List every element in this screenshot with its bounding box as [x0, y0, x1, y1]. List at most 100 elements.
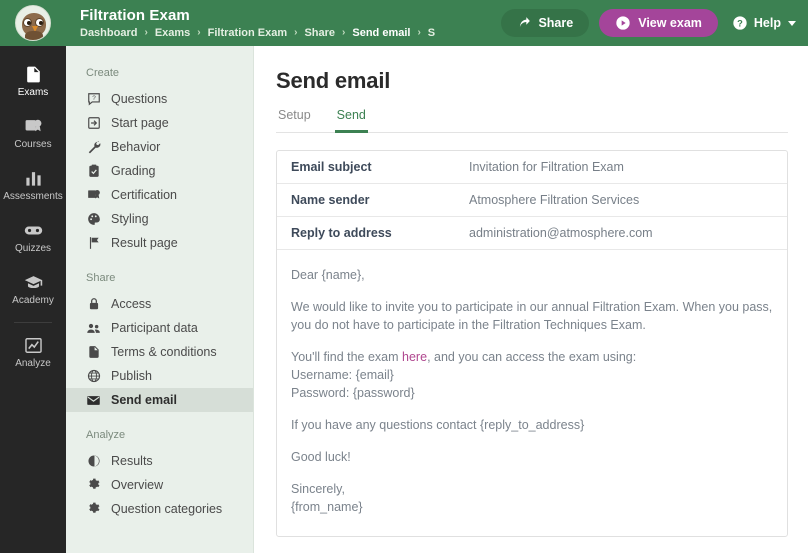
course-badge-icon: [24, 117, 43, 136]
email-greeting: Dear {name},: [291, 266, 773, 284]
breadcrumb-separator: ›: [144, 26, 147, 40]
wrench-icon: [86, 140, 101, 155]
nav-item-styling[interactable]: Styling: [66, 207, 253, 231]
email-contact-line: If you have any questions contact {reply…: [291, 416, 773, 434]
bar-chart-icon: [24, 169, 43, 188]
nav-item-behavior[interactable]: Behavior: [66, 135, 253, 159]
nav-item-label: Participant data: [111, 321, 198, 335]
play-circle-icon: [615, 15, 631, 31]
email-exam-link-prefix: You'll find the exam: [291, 350, 402, 364]
help-menu[interactable]: ? Help: [728, 15, 796, 31]
application-window: Filtration Exam Dashboard › Exams › Filt…: [0, 0, 810, 555]
certificate-icon: [86, 188, 101, 203]
question-circle-icon: ?: [732, 15, 748, 31]
main-content: Send email Setup Send Email subject Invi…: [254, 46, 808, 553]
share-arrow-icon: [517, 16, 531, 30]
share-button[interactable]: Share: [501, 9, 589, 37]
nav-item-label: Send email: [111, 393, 177, 407]
sidebar-item-assessments[interactable]: Assessments: [0, 160, 66, 212]
nav-item-terms-conditions[interactable]: Terms & conditions: [66, 340, 253, 364]
row-label-reply-to-address: Reply to address: [291, 226, 469, 240]
row-value-email-subject: Invitation for Filtration Exam: [469, 160, 624, 174]
gear-icon: [86, 502, 101, 517]
breadcrumb-item-filtration-exam[interactable]: Filtration Exam: [208, 26, 287, 40]
sidebar-item-academy[interactable]: Academy: [0, 264, 66, 316]
sidebar-item-label: Quizzes: [15, 243, 51, 255]
clipboard-check-icon: [86, 164, 101, 179]
row-value-name-sender: Atmosphere Filtration Services: [469, 193, 639, 207]
breadcrumb-item-exams[interactable]: Exams: [155, 26, 190, 40]
people-icon: [86, 321, 101, 336]
owl-avatar-icon: [15, 5, 51, 41]
page-title: Send email: [276, 68, 788, 94]
email-here-link[interactable]: here: [402, 350, 427, 364]
flag-icon: [86, 236, 101, 251]
tab-send[interactable]: Send: [335, 108, 368, 133]
email-username-line: Username: {email}: [291, 368, 394, 382]
nav-item-label: Grading: [111, 164, 155, 178]
svg-text:?: ?: [737, 18, 743, 28]
nav-spacer: [66, 412, 253, 422]
share-button-label: Share: [538, 16, 573, 30]
row-label-email-subject: Email subject: [291, 160, 469, 174]
breadcrumb: Dashboard › Exams › Filtration Exam › Sh…: [80, 26, 480, 40]
header-actions: Share View exam ? Help: [501, 9, 808, 37]
nav-item-result-page[interactable]: Result page: [66, 231, 253, 255]
breadcrumb-item-dashboard[interactable]: Dashboard: [80, 26, 137, 40]
pie-chart-icon: [86, 454, 101, 469]
nav-item-grading[interactable]: Grading: [66, 159, 253, 183]
nav-item-label: Styling: [111, 212, 149, 226]
line-chart-icon: [24, 336, 43, 355]
table-row: Reply to address administration@atmosphe…: [277, 217, 787, 250]
nav-item-label: Question categories: [111, 502, 222, 516]
nav-item-results[interactable]: Results: [66, 449, 253, 473]
sidebar-item-label: Analyze: [15, 358, 51, 370]
lock-icon: [86, 297, 101, 312]
nav-group-title-create: Create: [66, 60, 253, 87]
envelope-icon: [86, 393, 101, 408]
view-exam-button[interactable]: View exam: [599, 9, 718, 37]
tab-setup[interactable]: Setup: [276, 108, 313, 133]
breadcrumb-separator: ›: [417, 26, 420, 40]
svg-text:?: ?: [92, 95, 96, 102]
email-exam-link-suffix: , and you can access the exam using:: [427, 350, 636, 364]
nav-item-publish[interactable]: Publish: [66, 364, 253, 388]
nav-item-label: Terms & conditions: [111, 345, 217, 359]
breadcrumb-separator: ›: [197, 26, 200, 40]
breadcrumb-item-send-email[interactable]: Send email: [352, 26, 410, 40]
nav-spacer: [66, 255, 253, 265]
nav-item-label: Behavior: [111, 140, 160, 154]
sidebar-item-exams[interactable]: Exams: [0, 56, 66, 108]
help-label: Help: [754, 16, 781, 30]
email-from-name: {from_name}: [291, 500, 363, 514]
breadcrumb-item-truncated[interactable]: S: [428, 26, 435, 40]
enter-arrow-icon: [86, 116, 101, 131]
nav-item-overview[interactable]: Overview: [66, 473, 253, 497]
nav-item-questions[interactable]: ? Questions: [66, 87, 253, 111]
sidebar-item-analyze[interactable]: Analyze: [0, 327, 66, 379]
logo-area[interactable]: [0, 0, 66, 46]
breadcrumb-item-share[interactable]: Share: [304, 26, 335, 40]
page-title-header: Filtration Exam: [80, 7, 501, 24]
document-icon: [24, 65, 43, 84]
nav-item-label: Questions: [111, 92, 167, 106]
email-body-preview: Dear {name}, We would like to invite you…: [277, 250, 787, 536]
email-closing: Sincerely,: [291, 482, 345, 496]
nav-item-label: Access: [111, 297, 151, 311]
email-password-line: Password: {password}: [291, 386, 415, 400]
title-and-breadcrumb: Filtration Exam Dashboard › Exams › Filt…: [66, 7, 501, 40]
nav-item-participant-data[interactable]: Participant data: [66, 316, 253, 340]
nav-item-access[interactable]: Access: [66, 292, 253, 316]
nav-item-label: Publish: [111, 369, 152, 383]
nav-item-start-page[interactable]: Start page: [66, 111, 253, 135]
sidebar-item-courses[interactable]: Courses: [0, 108, 66, 160]
top-header-bar: Filtration Exam Dashboard › Exams › Filt…: [0, 0, 808, 46]
sidebar-item-quizzes[interactable]: Quizzes: [0, 212, 66, 264]
breadcrumb-separator: ›: [294, 26, 297, 40]
nav-item-label: Certification: [111, 188, 177, 202]
row-label-name-sender: Name sender: [291, 193, 469, 207]
nav-item-certification[interactable]: Certification: [66, 183, 253, 207]
nav-item-question-categories[interactable]: Question categories: [66, 497, 253, 521]
nav-item-send-email[interactable]: Send email: [66, 388, 253, 412]
sidebar-divider: [14, 322, 52, 323]
